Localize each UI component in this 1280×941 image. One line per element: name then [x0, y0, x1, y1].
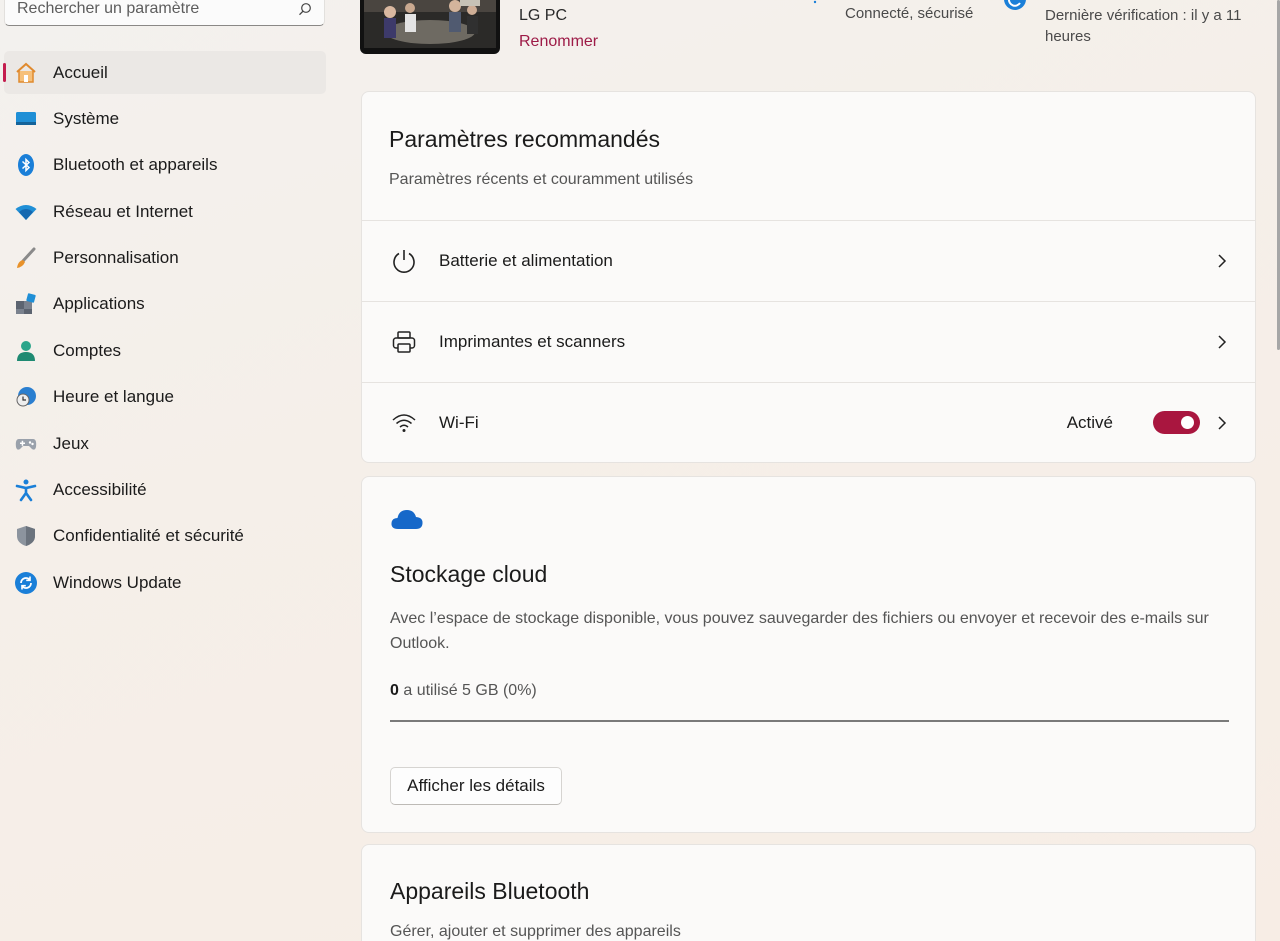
rename-link[interactable]: Renommer: [519, 33, 598, 51]
sidebar-item-accueil[interactable]: Accueil: [3, 51, 326, 94]
row-label: Imprimantes et scanners: [439, 331, 626, 351]
row-printers[interactable]: Imprimantes et scanners: [362, 301, 1255, 381]
update-icon: [14, 571, 38, 595]
search-icon[interactable]: [298, 2, 312, 16]
wifi-status-icon: [812, 0, 818, 4]
cloud-storage-card: Stockage cloud Avec l’espace de stockage…: [361, 476, 1256, 833]
sidebar-item-applications[interactable]: Applications: [4, 283, 326, 326]
wifi-toggle[interactable]: [1153, 411, 1200, 434]
pc-wallpaper-thumbnail[interactable]: [360, 0, 500, 54]
cloud-usage-text: a utilisé 5 GB (0%): [403, 682, 537, 699]
recommended-settings-card: Paramètres recommandés Paramètres récent…: [361, 91, 1256, 463]
sidebar-item-label: Réseau et Internet: [53, 201, 193, 221]
network-status: Connecté, sécurisé: [845, 5, 974, 22]
printer-icon: [390, 328, 418, 356]
sidebar-item-accessibilite[interactable]: Accessibilité: [4, 469, 326, 512]
sidebar-item-label: Accueil: [53, 62, 108, 82]
brush-icon: [14, 246, 38, 270]
sidebar-item-bluetooth[interactable]: Bluetooth et appareils: [4, 144, 326, 187]
row-wifi[interactable]: Wi-Fi Activé: [362, 382, 1255, 462]
power-icon: [390, 247, 418, 275]
sidebar-item-label: Accessibilité: [53, 480, 147, 500]
cloud-usage: 0 a utilisé 5 GB (0%): [390, 682, 537, 700]
search-box[interactable]: Rechercher un paramètre: [4, 0, 325, 26]
sidebar-item-personnalisation[interactable]: Personnalisation: [4, 237, 326, 280]
home-icon: [14, 61, 38, 85]
system-icon: [14, 107, 38, 131]
sidebar-item-confidentialite[interactable]: Confidentialité et sécurité: [4, 515, 326, 558]
cloud-description: Avec l’espace de stockage disponible, vo…: [390, 610, 1209, 652]
recommended-title: Paramètres recommandés: [389, 126, 660, 152]
accessibility-icon: [14, 478, 38, 502]
sidebar-item-reseau[interactable]: Réseau et Internet: [4, 190, 326, 233]
wifi-signal-icon: [390, 409, 418, 437]
bluetooth-devices-card: Appareils Bluetooth Gérer, ajouter et su…: [361, 844, 1256, 941]
update-status: Dernière vérification : il y a 11 heures: [1045, 7, 1242, 45]
row-label: Batterie et alimentation: [439, 250, 613, 270]
sidebar-item-label: Personnalisation: [53, 248, 179, 268]
update-status-icon: [1004, 0, 1026, 10]
show-details-button[interactable]: Afficher les détails: [390, 767, 562, 805]
clock-globe-icon: [14, 385, 38, 409]
toggle-knob: [1181, 416, 1194, 429]
bluetooth-icon: [14, 153, 38, 177]
sidebar-item-label: Applications: [53, 294, 145, 314]
chevron-right-icon: [1218, 334, 1227, 349]
wifi-state-label: Activé: [1066, 412, 1113, 432]
sidebar-nav: Accueil Système Bluetooth et appareils R…: [3, 51, 326, 608]
cloud-used-value: 0: [390, 682, 399, 699]
wifi-icon: [14, 200, 38, 224]
bluetooth-subtitle: Gérer, ajouter et supprimer des appareil…: [390, 923, 681, 940]
sidebar-item-label: Windows Update: [53, 572, 182, 592]
cloud-usage-bar: [390, 720, 1229, 722]
chevron-right-icon: [1218, 415, 1227, 430]
cloud-icon: [391, 510, 423, 529]
sidebar-item-windows-update[interactable]: Windows Update: [4, 561, 326, 604]
sidebar-item-heure[interactable]: Heure et langue: [4, 376, 326, 419]
sidebar-item-comptes[interactable]: Comptes: [4, 329, 326, 372]
chevron-right-icon: [1218, 253, 1227, 268]
row-battery[interactable]: Batterie et alimentation: [362, 220, 1255, 300]
pc-model-label: LG PC: [519, 7, 568, 24]
sidebar-item-label: Heure et langue: [53, 387, 174, 407]
account-icon: [14, 339, 38, 363]
shield-icon: [14, 524, 38, 548]
cloud-title: Stockage cloud: [390, 561, 548, 587]
sidebar-item-label: Système: [53, 108, 120, 128]
apps-icon: [14, 292, 38, 316]
bluetooth-title: Appareils Bluetooth: [390, 878, 590, 904]
recommended-subtitle: Paramètres récents et couramment utilisé…: [389, 171, 694, 188]
sidebar-item-label: Confidentialité et sécurité: [53, 526, 244, 546]
row-label: Wi-Fi: [439, 412, 479, 432]
sidebar-item-systeme[interactable]: Système: [4, 97, 326, 140]
sidebar-item-jeux[interactable]: Jeux: [4, 422, 326, 465]
search-placeholder: Rechercher un paramètre: [17, 0, 200, 17]
sidebar-item-label: Bluetooth et appareils: [53, 155, 218, 175]
gamepad-icon: [14, 432, 38, 456]
sidebar-item-label: Comptes: [53, 340, 122, 360]
sidebar-item-label: Jeux: [53, 433, 89, 453]
